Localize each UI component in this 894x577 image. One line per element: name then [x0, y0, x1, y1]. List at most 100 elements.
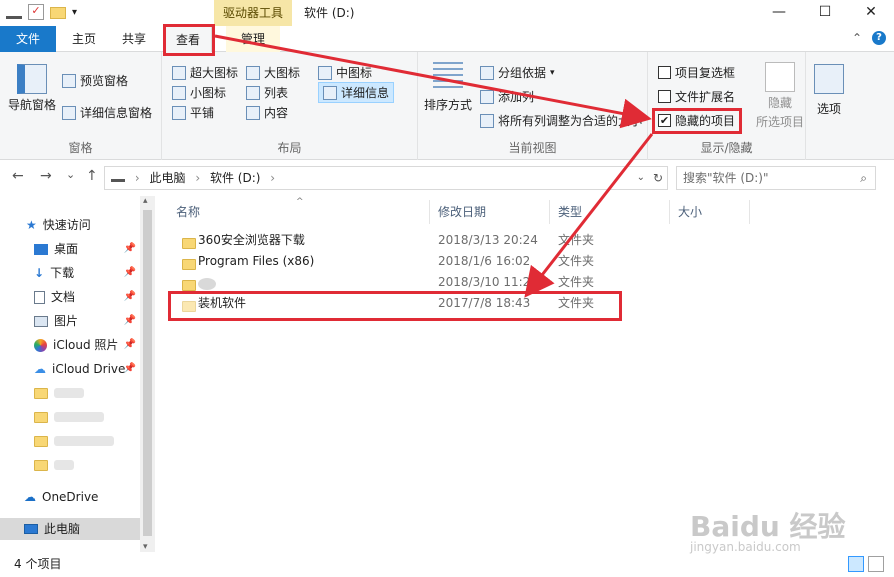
new-folder-icon[interactable]	[50, 7, 66, 19]
sort-icon	[433, 62, 463, 92]
preview-pane-button[interactable]: 预览窗格	[62, 72, 128, 89]
column-header-name[interactable]: 名称 ^	[168, 197, 430, 224]
column-header-modified[interactable]: 修改日期	[430, 200, 550, 224]
list-icon	[246, 85, 260, 100]
layout-content[interactable]: 内容	[246, 104, 288, 121]
folder-icon	[182, 238, 196, 249]
scroll-up-icon[interactable]: ▴	[143, 196, 148, 206]
hide-selected-button[interactable]: 隐藏 所选项目	[756, 62, 804, 130]
add-columns-button[interactable]: 添加列	[480, 88, 534, 105]
pin-icon[interactable]: 📌	[124, 310, 136, 332]
file-name: Program Files (x86)	[198, 254, 315, 268]
sort-by-button[interactable]: 排序方式	[424, 62, 472, 113]
help-icon[interactable]: ?	[872, 31, 886, 45]
back-button[interactable]: ←	[12, 168, 24, 184]
layout-list[interactable]: 列表	[246, 84, 288, 101]
nav-downloads[interactable]: ↓ 下载 📌	[0, 262, 140, 284]
layout-tiles[interactable]: 平铺	[172, 104, 214, 121]
forward-button[interactable]: →	[40, 168, 52, 184]
address-dropdown-icon[interactable]: ⌄	[637, 167, 645, 189]
nav-icloud-photos[interactable]: iCloud 照片 📌	[0, 334, 140, 356]
nav-this-pc[interactable]: 此电脑	[0, 518, 140, 540]
nav-scrollbar[interactable]: ▴ ▾	[140, 196, 155, 552]
search-icon[interactable]: ⌕	[860, 167, 867, 189]
column-header-size[interactable]: 大小	[670, 200, 750, 224]
nav-label: iCloud 照片	[53, 338, 119, 352]
options-button[interactable]: 选项	[814, 64, 844, 117]
nav-blurred-folder[interactable]	[0, 382, 140, 404]
pin-icon[interactable]: 📌	[124, 358, 136, 380]
nav-onedrive[interactable]: ☁ OneDrive	[0, 486, 140, 508]
layout-large-icons[interactable]: 大图标	[246, 64, 300, 81]
address-bar[interactable]: › 此电脑 › 软件 (D:) › ⌄ ↻	[104, 166, 668, 190]
file-row[interactable]: 360安全浏览器下载 2018/3/13 20:24 文件夹	[176, 230, 628, 251]
scrollbar-thumb[interactable]	[143, 210, 152, 536]
properties-icon[interactable]: ✓	[28, 4, 44, 20]
layout-medium-icons[interactable]: 中图标	[318, 64, 372, 81]
qat-dropdown-icon[interactable]: ▾	[72, 7, 77, 18]
layout-details[interactable]: 详细信息	[318, 82, 395, 103]
blurred-label	[54, 412, 104, 422]
file-row[interactable]: Program Files (x86) 2018/1/6 16:02 文件夹	[176, 251, 628, 272]
small-icons-icon	[172, 85, 186, 100]
pin-icon[interactable]: 📌	[124, 262, 136, 284]
tiles-icon	[172, 105, 186, 120]
tab-home[interactable]: 主页	[62, 26, 106, 52]
scroll-down-icon[interactable]: ▾	[143, 542, 148, 552]
tab-share[interactable]: 共享	[114, 26, 154, 52]
file-extensions-checkbox[interactable]	[658, 90, 671, 103]
nav-icloud-drive[interactable]: ☁ iCloud Drive 📌	[0, 358, 140, 380]
blurred-label	[54, 436, 114, 446]
breadcrumb-drive[interactable]: 软件 (D:)	[210, 171, 260, 185]
column-label: 名称	[176, 205, 201, 219]
layout-label: 小图标	[190, 86, 227, 100]
breadcrumb-this-pc[interactable]: 此电脑	[149, 171, 185, 185]
tab-file[interactable]: 文件	[0, 26, 56, 52]
annotation-hidden-items	[652, 108, 742, 134]
column-label: 修改日期	[438, 205, 487, 219]
column-header-type[interactable]: 类型	[550, 200, 670, 224]
hide-selected-icon	[765, 62, 795, 92]
item-checkboxes-checkbox[interactable]	[658, 66, 671, 79]
navigation-pane: ★ 快速访问 桌面 📌 ↓ 下载 📌 文档 📌 图片 📌 iCloud 照片 📌 ☁ iC…	[0, 196, 155, 552]
pin-icon[interactable]: 📌	[124, 334, 136, 356]
search-input[interactable]: 搜索"软件 (D:)" ⌕	[676, 166, 876, 190]
close-button[interactable]: ✕	[848, 0, 894, 26]
details-view-icon[interactable]	[848, 556, 864, 572]
file-extensions-toggle[interactable]: 文件扩展名	[658, 88, 735, 105]
add-columns-icon	[480, 89, 494, 104]
size-all-columns-button[interactable]: 将所有列调整为合适的大小	[480, 112, 642, 129]
collapse-ribbon-icon[interactable]: ⌃	[852, 31, 862, 45]
layout-label: 详细信息	[341, 86, 390, 100]
refresh-button[interactable]: ↻	[653, 167, 663, 189]
pin-icon[interactable]: 📌	[124, 286, 136, 308]
nav-documents[interactable]: 文档 📌	[0, 286, 140, 308]
tab-manage[interactable]: 管理	[226, 26, 280, 52]
item-checkboxes-toggle[interactable]: 项目复选框	[658, 64, 735, 81]
file-list: 名称 ^ 修改日期 类型 大小 360安全浏览器下载 2018/3/13 20:2…	[168, 196, 894, 552]
layout-small-icons[interactable]: 小图标	[172, 84, 226, 101]
minimize-button[interactable]: —	[756, 0, 802, 26]
nav-desktop[interactable]: 桌面 📌	[0, 238, 140, 260]
file-row[interactable]: 2018/3/10 11:20 文件夹	[176, 272, 628, 293]
drive-icon[interactable]	[6, 9, 22, 19]
nav-quick-access[interactable]: ★ 快速访问	[0, 214, 140, 236]
group-by-button[interactable]: 分组依据 ▾	[480, 64, 555, 81]
details-pane-button[interactable]: 详细信息窗格	[62, 104, 152, 121]
nav-pane-button[interactable]: 导航窗格	[8, 64, 56, 113]
maximize-button[interactable]: ☐	[802, 0, 848, 26]
nav-label: 快速访问	[42, 218, 91, 232]
layout-label: 内容	[264, 106, 289, 120]
nav-blurred-folder[interactable]	[0, 406, 140, 428]
layout-label: 中图标	[336, 66, 373, 80]
recent-locations-button[interactable]: ⌄	[66, 168, 75, 181]
nav-blurred-folder[interactable]	[0, 430, 140, 452]
layout-extra-large-icons[interactable]: 超大图标	[172, 64, 238, 81]
nav-pictures[interactable]: 图片 📌	[0, 310, 140, 332]
folder-icon	[34, 411, 48, 423]
nav-blurred-folder[interactable]	[0, 454, 140, 476]
large-icons-view-icon[interactable]	[868, 556, 884, 572]
up-button[interactable]: ↑	[86, 168, 98, 184]
file-modified: 2018/3/13 20:24	[438, 233, 538, 247]
pin-icon[interactable]: 📌	[124, 238, 136, 260]
